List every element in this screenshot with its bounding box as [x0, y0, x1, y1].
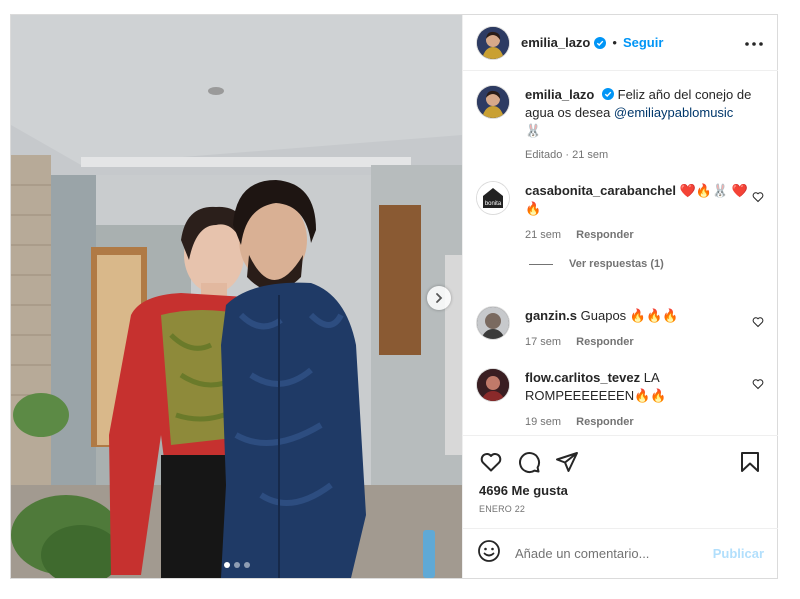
avatar-image: [477, 86, 509, 118]
next-photo-button[interactable]: [427, 286, 451, 310]
comment-icon: [519, 452, 541, 474]
carousel-dot: [233, 562, 240, 568]
avatar-image: bonita: [477, 182, 509, 214]
verified-icon: [594, 36, 607, 49]
post-actions: 4696 Me gusta ENERO 22: [463, 435, 778, 529]
author-avatar[interactable]: [477, 86, 509, 118]
caption-mention-link[interactable]: @emiliaypablomusic: [614, 105, 733, 120]
avatar-image: [477, 307, 509, 339]
author-username[interactable]: emilia_lazo: [521, 35, 590, 50]
reply-button[interactable]: Responder: [576, 229, 633, 241]
verified-icon: [602, 88, 614, 100]
like-comment-button[interactable]: [752, 190, 764, 208]
action-icons: [479, 450, 762, 474]
like-comment-button[interactable]: [752, 377, 764, 395]
post-card: emilia_lazo • Seguir emilia_lazo Feliz a…: [10, 14, 778, 579]
heart-icon: [480, 453, 502, 472]
emoji-icon: [478, 540, 500, 562]
heart-icon: [752, 379, 764, 390]
heart-icon: [752, 317, 764, 328]
carousel-dot: [223, 562, 230, 568]
comment-text: Guapos 🔥🔥🔥: [580, 308, 679, 323]
comments-list[interactable]: emilia_lazo Feliz año del conejo de agua…: [463, 72, 778, 435]
post-date: ENERO 22: [479, 504, 526, 514]
caption-meta: Editado · 21 sem: [525, 149, 609, 161]
comment-item: bonita casabonita_carabanchel ❤️🔥🐰 ❤️🔥 2…: [477, 182, 764, 244]
commenter-avatar[interactable]: bonita: [477, 182, 509, 214]
reply-button[interactable]: Responder: [576, 336, 633, 348]
comment-meta: 17 sem Responder: [525, 333, 764, 351]
comment-button[interactable]: [517, 450, 541, 479]
carousel-indicator: [11, 562, 462, 568]
comment-time: 21 sem: [525, 229, 562, 241]
more-icon: [745, 41, 763, 46]
commenter-avatar[interactable]: [477, 369, 509, 401]
replies-divider: [529, 263, 553, 265]
carousel-dot: [243, 562, 250, 568]
reply-button[interactable]: Responder: [576, 416, 633, 428]
follow-button[interactable]: Seguir: [623, 35, 663, 50]
publish-button[interactable]: Publicar: [713, 546, 764, 561]
share-button[interactable]: [555, 450, 579, 479]
view-replies-button[interactable]: Ver respuestas (1): [529, 258, 664, 270]
comment-username[interactable]: flow.carlitos_tevez: [525, 370, 640, 385]
comment-meta: 19 sem Responder: [525, 413, 764, 431]
separator-dot: •: [612, 35, 617, 50]
comment-item: flow.carlitos_tevez LA ROMPEEEEEEEN🔥🔥 19…: [477, 369, 764, 431]
emoji-button[interactable]: [477, 539, 501, 568]
like-button[interactable]: [479, 450, 503, 479]
avatar-text: bonita: [485, 201, 502, 207]
caption-username[interactable]: emilia_lazo: [525, 87, 594, 102]
share-icon: [556, 452, 578, 472]
comment-input[interactable]: [513, 545, 713, 562]
add-comment-bar: Publicar: [463, 528, 778, 578]
caption: emilia_lazo Feliz año del conejo de agua…: [477, 86, 764, 164]
comment-meta: 21 sem Responder: [525, 226, 764, 244]
post-photo[interactable]: [11, 15, 462, 578]
view-replies-label: Ver respuestas (1): [569, 258, 664, 270]
like-comment-button[interactable]: [752, 315, 764, 333]
heart-icon: [752, 192, 764, 203]
more-options-button[interactable]: [744, 34, 764, 52]
avatar-image: [477, 369, 509, 401]
commenter-avatar[interactable]: [477, 307, 509, 339]
comment-time: 19 sem: [525, 416, 562, 428]
save-button[interactable]: [738, 450, 762, 479]
comment-username[interactable]: casabonita_carabanchel: [525, 183, 676, 198]
likes-count[interactable]: 4696 Me gusta: [479, 483, 568, 498]
author-avatar[interactable]: [477, 26, 509, 59]
photo-illustration: [11, 15, 462, 578]
comment-time: 17 sem: [525, 336, 562, 348]
comment-username[interactable]: ganzin.s: [525, 308, 577, 323]
comment-item: ganzin.s Guapos 🔥🔥🔥 17 sem Responder: [477, 307, 764, 351]
bookmark-icon: [741, 452, 759, 472]
next-icon: [436, 293, 443, 303]
post-header: emilia_lazo • Seguir: [463, 15, 778, 71]
caption-emoji: 🐰: [525, 123, 542, 138]
post-sidebar: emilia_lazo • Seguir emilia_lazo Feliz a…: [462, 15, 778, 578]
avatar-image: [477, 26, 509, 59]
